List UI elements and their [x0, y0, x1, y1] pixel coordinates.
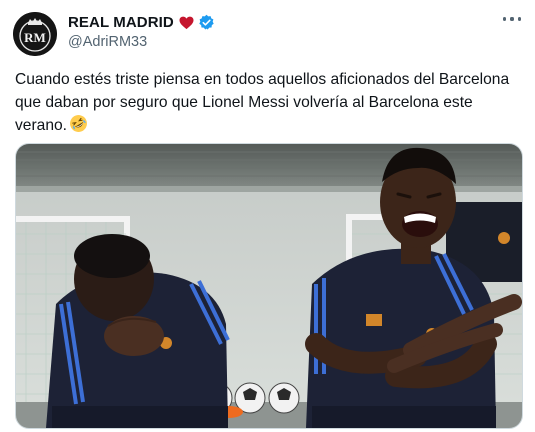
- tweet-photo[interactable]: [15, 143, 523, 429]
- real-madrid-crest-icon: RM: [13, 12, 57, 56]
- author-display-name[interactable]: REAL MADRID: [68, 14, 174, 31]
- more-dot: [510, 17, 514, 21]
- tweet-text-line: verano.: [15, 114, 520, 137]
- tweet-text-fragment: verano.: [15, 117, 68, 134]
- author-handle[interactable]: @AdriRM33: [68, 34, 215, 50]
- tweet-card: RM REAL MADRID @AdriRM33 Cuando estés tr…: [0, 0, 535, 432]
- more-options-button[interactable]: [503, 14, 521, 24]
- tweet-text: Cuando estés triste piensa en todos aque…: [15, 68, 520, 137]
- tweet-text-line: que daban por seguro que Lionel Messi vo…: [15, 94, 473, 111]
- players-laughing-photo: [16, 144, 522, 428]
- red-heart-icon: [179, 16, 194, 29]
- more-dot: [517, 17, 521, 21]
- author-avatar[interactable]: RM: [13, 12, 57, 56]
- tweet-text-line: Cuando estés triste piensa en todos aque…: [15, 71, 510, 88]
- verified-badge-icon: [199, 14, 214, 30]
- rolling-laughing-emoji-icon: [70, 115, 87, 132]
- svg-text:RM: RM: [24, 30, 46, 45]
- more-dot: [503, 17, 507, 21]
- author-info: REAL MADRID @AdriRM33: [68, 13, 215, 50]
